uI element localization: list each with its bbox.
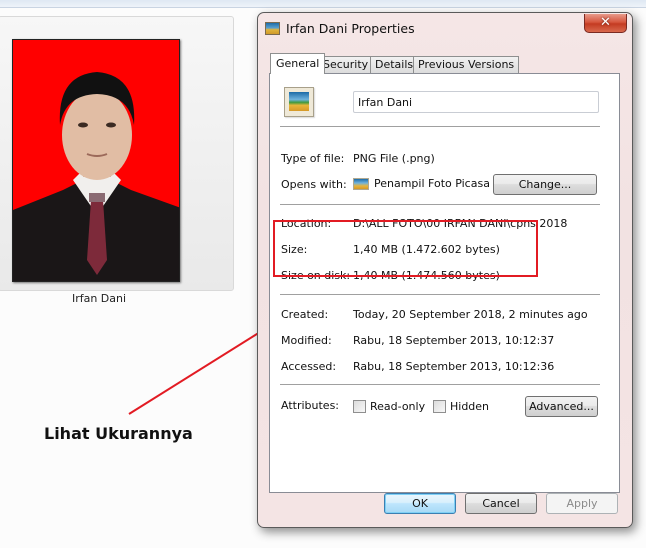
- opens-with-value: Penampil Foto Picasa: [374, 177, 490, 190]
- file-type-icon: [284, 87, 314, 117]
- attributes-label: Attributes:: [281, 399, 340, 412]
- portrait-image: [13, 40, 179, 281]
- size-highlight-box: [273, 220, 538, 277]
- close-button[interactable]: ✕: [584, 14, 627, 33]
- change-button[interactable]: Change...: [493, 174, 597, 195]
- separator: [280, 294, 600, 295]
- tab-security[interactable]: Security: [318, 56, 374, 73]
- hidden-checkbox[interactable]: [433, 400, 446, 413]
- general-tab-panel: Type of file: PNG File (.png) Opens with…: [269, 73, 620, 493]
- apply-button[interactable]: Apply: [546, 493, 618, 514]
- accessed-value: Rabu, 18 September 2013, 10:12:36: [353, 360, 555, 373]
- type-of-file-label: Type of file:: [281, 152, 345, 165]
- created-value: Today, 20 September 2018, 2 minutes ago: [353, 308, 588, 321]
- advanced-button[interactable]: Advanced...: [525, 396, 598, 417]
- image-file-icon: [265, 22, 280, 35]
- picasa-viewer-icon: [353, 178, 369, 190]
- image-icon: [289, 92, 309, 111]
- file-thumbnail-item[interactable]: Irfan Dani: [0, 16, 234, 305]
- ok-button[interactable]: OK: [384, 493, 456, 514]
- modified-label: Modified:: [281, 334, 332, 347]
- dialog-title: Irfan Dani Properties: [286, 21, 415, 36]
- tab-previous-versions[interactable]: Previous Versions: [413, 56, 520, 73]
- accessed-label: Accessed:: [281, 360, 337, 373]
- readonly-label[interactable]: Read-only: [370, 400, 425, 413]
- photo-thumbnail: [12, 39, 180, 282]
- separator: [280, 384, 600, 385]
- modified-value: Rabu, 18 September 2013, 10:12:37: [353, 334, 555, 347]
- hidden-label[interactable]: Hidden: [450, 400, 489, 413]
- type-of-file-value: PNG File (.png): [353, 152, 435, 165]
- tab-general[interactable]: General: [270, 53, 326, 74]
- cancel-button[interactable]: Cancel: [465, 493, 537, 514]
- opens-with-label: Opens with:: [281, 178, 347, 191]
- annotation-label: Lihat Ukurannya: [44, 424, 193, 443]
- file-name-input[interactable]: [353, 91, 599, 113]
- dialog-titlebar[interactable]: Irfan Dani Properties ✕: [258, 13, 632, 43]
- separator: [280, 126, 600, 127]
- thumbnail-filename: Irfan Dani: [71, 292, 127, 305]
- explorer-toolbar-edge: [0, 0, 646, 8]
- created-label: Created:: [281, 308, 329, 321]
- readonly-checkbox[interactable]: [353, 400, 366, 413]
- tab-details[interactable]: Details: [370, 56, 419, 73]
- separator: [280, 204, 600, 205]
